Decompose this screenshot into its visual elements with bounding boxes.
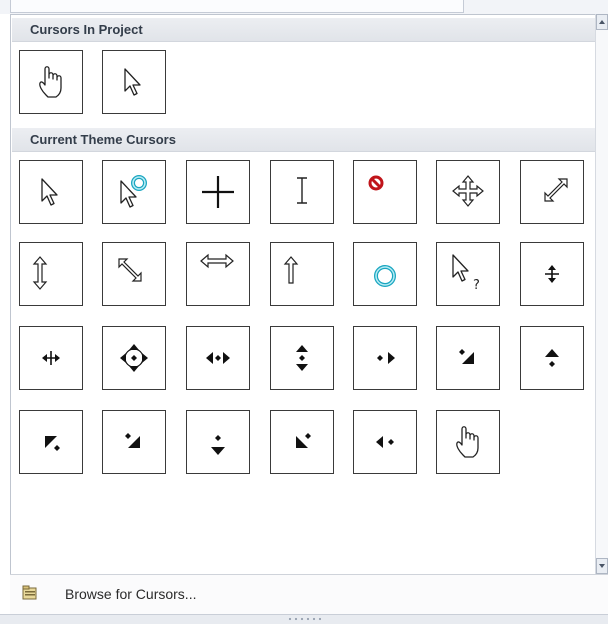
split-ns-cursor-icon [545, 265, 559, 283]
pan-all-cursor-icon [120, 344, 148, 372]
pan-we-cursor[interactable] [186, 326, 250, 390]
section-header-project: Cursors In Project [12, 18, 598, 42]
hand-cursor-icon [39, 66, 62, 98]
split-we-cursor-icon [42, 351, 60, 365]
help-cursor[interactable]: ? [436, 242, 500, 306]
resize-we-cursor-icon [200, 253, 234, 269]
section-header-theme: Current Theme Cursors [12, 128, 598, 152]
pan-northwest-cursor[interactable] [270, 410, 334, 474]
vertical-scrollbar[interactable] [595, 14, 608, 574]
pan-west-cursor[interactable] [353, 410, 417, 474]
property-field-edge [10, 0, 464, 13]
up-arrow-cursor[interactable] [270, 242, 334, 306]
crosshair-cursor-icon [202, 176, 234, 208]
pan-northwest-cursor-icon [296, 433, 311, 448]
cursor-picker-panel: Cursors In Project Current Theme Cursors [10, 14, 608, 614]
browse-for-cursors-row[interactable]: Browse for Cursors... [10, 574, 608, 614]
busy-cursor-icon [374, 265, 396, 287]
arrow-busy-cursor[interactable] [102, 160, 166, 224]
pan-we-cursor-icon [206, 352, 230, 364]
arrow-cursor[interactable] [19, 160, 83, 224]
no-cursor[interactable] [353, 160, 417, 224]
top-strip [0, 0, 608, 14]
busy-cursor[interactable] [353, 242, 417, 306]
resize-ns-cursor[interactable] [19, 242, 83, 306]
pan-south-cursor-icon [211, 435, 225, 455]
scroll-down-button[interactable] [596, 558, 608, 574]
pan-all-cursor[interactable] [102, 326, 166, 390]
pan-ns-cursor-icon [296, 345, 308, 371]
up-arrow-cursor-icon [283, 256, 299, 284]
pan-southeast-cursor[interactable] [436, 326, 500, 390]
arrow-cursor[interactable] [102, 50, 166, 114]
resize-ns-cursor-icon [32, 256, 48, 290]
move-cursor[interactable] [436, 160, 500, 224]
resize-nwse-cursor-icon [118, 258, 142, 282]
hand-cursor[interactable] [19, 50, 83, 114]
resize-nesw-cursor-icon [544, 178, 568, 202]
pan-southwest-cursor[interactable] [19, 410, 83, 474]
hand-cursor[interactable] [436, 410, 500, 474]
crosshair-cursor[interactable] [186, 160, 250, 224]
resize-nwse-cursor[interactable] [102, 242, 166, 306]
pan-south-cursor[interactable] [186, 410, 250, 474]
scroll-up-button[interactable] [596, 14, 608, 30]
ibeam-cursor[interactable] [270, 160, 334, 224]
help-cursor-icon: ? [452, 254, 480, 293]
pan-southeast-cursor-icon [459, 349, 474, 364]
split-ns-cursor[interactable] [520, 242, 584, 306]
resize-nesw-cursor[interactable] [520, 160, 584, 224]
folder-icon [22, 585, 37, 600]
pan-south-cursor-alt[interactable] [102, 410, 166, 474]
svg-text:?: ? [473, 278, 480, 293]
pan-southwest-cursor-icon [45, 436, 60, 451]
resize-we-cursor[interactable] [186, 242, 250, 306]
move-cursor-icon [452, 175, 484, 207]
arrow-cursor-icon [124, 68, 141, 96]
pan-south-alt-cursor-icon [125, 433, 140, 448]
browse-for-cursors-label[interactable]: Browse for Cursors... [65, 586, 196, 602]
ibeam-cursor-icon [297, 177, 307, 204]
hand-cursor-icon [456, 426, 479, 458]
split-we-cursor[interactable] [19, 326, 83, 390]
arrow-cursor-icon [41, 178, 58, 206]
pan-north-cursor[interactable] [520, 326, 584, 390]
pan-north-cursor-icon [545, 349, 559, 367]
pan-west-cursor-icon [376, 436, 394, 448]
pan-east-cursor[interactable] [353, 326, 417, 390]
pan-east-cursor-icon [377, 352, 395, 364]
pan-ns-cursor[interactable] [270, 326, 334, 390]
arrow-busy-cursor-icon [120, 175, 147, 208]
no-cursor-icon [368, 175, 384, 191]
